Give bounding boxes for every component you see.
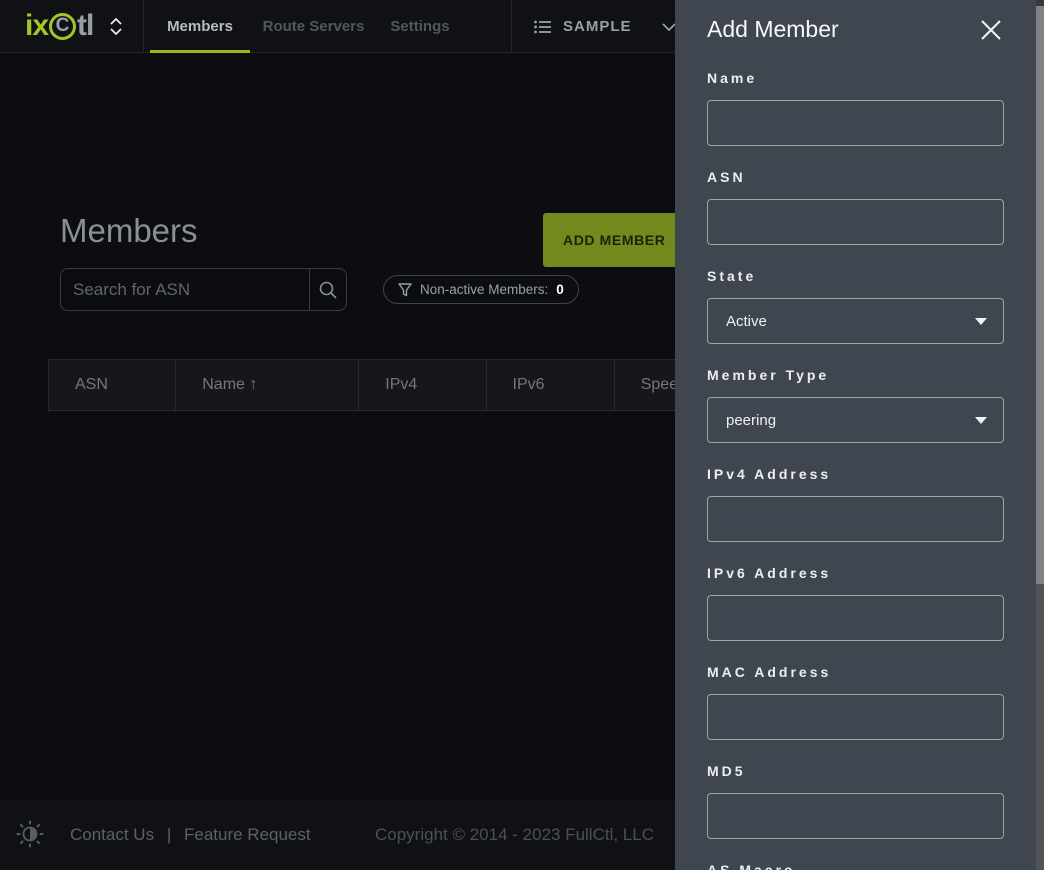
field-state: State Active [707, 268, 1004, 344]
panel-scrollbar[interactable] [1036, 0, 1044, 870]
state-select-value: Active [726, 313, 767, 330]
tab-route-servers[interactable]: Route Servers [256, 0, 371, 53]
org-selector-value: SAMPLE [563, 18, 632, 35]
filter-chip-count: 0 [556, 282, 564, 297]
search-button[interactable] [309, 269, 346, 310]
field-mac-address: MAC Address [707, 664, 1004, 740]
theme-toggle-button[interactable] [16, 820, 44, 848]
field-name: Name [707, 70, 1004, 146]
tab-route-servers-label: Route Servers [263, 18, 365, 35]
md5-input[interactable] [707, 793, 1004, 839]
asn-search [60, 268, 347, 311]
tab-settings-label: Settings [390, 18, 449, 35]
ipv6-address-label: IPv6 Address [707, 565, 1004, 581]
filter-chip-label: Non-active Members: [420, 282, 548, 297]
field-ipv4-address: IPv4 Address [707, 466, 1004, 542]
contact-us-link[interactable]: Contact Us [70, 825, 154, 844]
state-label: State [707, 268, 1004, 284]
as-macro-label: AS Macro [707, 862, 1004, 870]
app-logo[interactable]: ixCtl [25, 6, 93, 46]
mac-address-label: MAC Address [707, 664, 1004, 680]
add-member-panel: Add Member Name ASN State Active Member … [675, 0, 1044, 870]
add-member-button-label: ADD MEMBER [563, 232, 665, 248]
mac-address-input[interactable] [707, 694, 1004, 740]
search-input[interactable] [61, 269, 309, 310]
nav-divider [511, 0, 512, 53]
md5-label: MD5 [707, 763, 1004, 779]
brightness-contrast-icon [16, 820, 44, 848]
column-header-ipv4[interactable]: IPv4 [359, 360, 486, 410]
field-as-macro: AS Macro [707, 862, 1004, 870]
org-selector-dropdown[interactable]: SAMPLE [534, 0, 676, 53]
feature-request-link[interactable]: Feature Request [184, 825, 311, 844]
tab-members-label: Members [167, 18, 233, 35]
chevron-down-icon [110, 28, 122, 35]
column-header-ipv6[interactable]: IPv6 [487, 360, 615, 410]
member-type-select-value: peering [726, 412, 776, 429]
members-table-header: ASN Name ↑ IPv4 IPv6 Speed [48, 359, 688, 411]
caret-down-icon [975, 318, 987, 325]
state-select[interactable]: Active [707, 298, 1004, 344]
field-ipv6-address: IPv6 Address [707, 565, 1004, 641]
tab-settings[interactable]: Settings [384, 0, 456, 53]
asn-input[interactable] [707, 199, 1004, 245]
app-switcher-chevrons[interactable] [108, 14, 124, 38]
page-title: Members [60, 212, 198, 250]
asn-label: ASN [707, 169, 1004, 185]
scrollbar-thumb[interactable] [1036, 6, 1044, 584]
non-active-members-filter-chip[interactable]: Non-active Members: 0 [383, 275, 579, 304]
close-icon [980, 19, 1002, 41]
ipv4-address-label: IPv4 Address [707, 466, 1004, 482]
tab-members[interactable]: Members [150, 0, 250, 53]
filter-funnel-icon [398, 283, 412, 297]
member-type-select[interactable]: peering [707, 397, 1004, 443]
name-label: Name [707, 70, 1004, 86]
panel-title: Add Member [707, 16, 839, 43]
member-type-label: Member Type [707, 367, 1004, 383]
logo-text-tl: tl [77, 9, 93, 43]
field-md5: MD5 [707, 763, 1004, 839]
nav-divider [143, 0, 144, 53]
chevron-down-icon [662, 23, 676, 31]
field-member-type: Member Type peering [707, 367, 1004, 443]
footer-link-separator: | [167, 825, 171, 844]
name-input[interactable] [707, 100, 1004, 146]
footer-links: Contact Us | Feature Request [70, 825, 311, 845]
copyright-text: Copyright © 2014 - 2023 FullCtl, LLC [375, 825, 654, 845]
chevron-up-icon [110, 18, 122, 25]
close-panel-button[interactable] [980, 19, 1002, 41]
logo-text-ix: ix [25, 9, 48, 43]
column-header-name-sorted-asc[interactable]: Name ↑ [176, 360, 359, 410]
list-icon [534, 20, 551, 34]
add-member-panel-header: Add Member [707, 16, 1004, 43]
caret-down-icon [975, 417, 987, 424]
logo-c-ring-icon: C [49, 13, 76, 40]
field-asn: ASN [707, 169, 1004, 245]
ipv4-address-input[interactable] [707, 496, 1004, 542]
column-header-asn[interactable]: ASN [49, 360, 176, 410]
ipv6-address-input[interactable] [707, 595, 1004, 641]
search-icon [318, 280, 338, 300]
